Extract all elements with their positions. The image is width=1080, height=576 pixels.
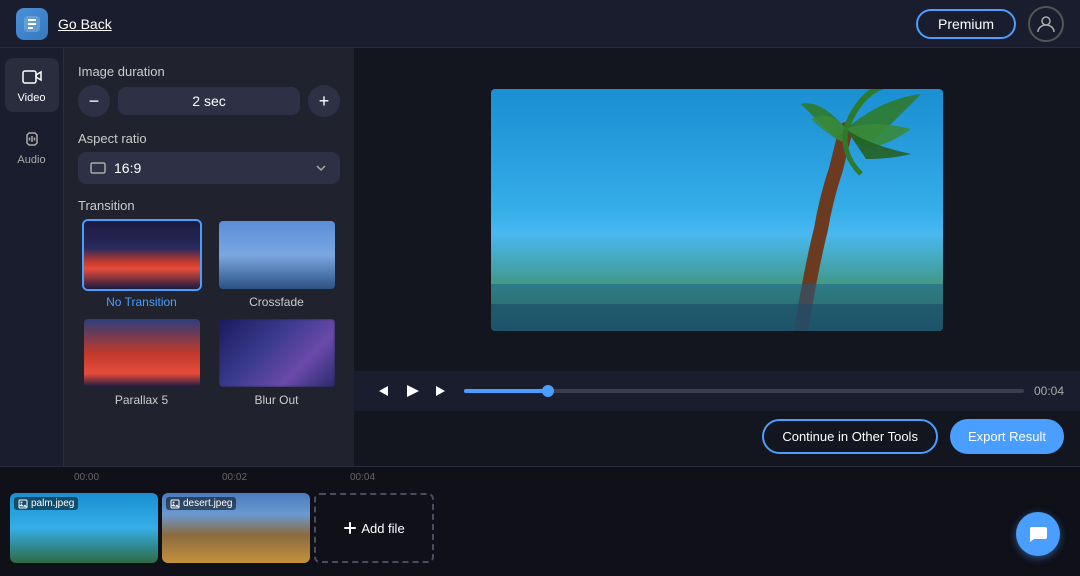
sidebar-audio-label: Audio (17, 154, 45, 166)
image-duration-label: Image duration (78, 64, 340, 79)
topbar-left: Go Back (16, 8, 112, 40)
transition-label: Transition (78, 198, 340, 213)
image-duration-section: Image duration − + (78, 64, 340, 117)
progress-bar[interactable] (464, 389, 1024, 393)
clip-filename-desert: desert.jpeg (183, 498, 232, 509)
plus-icon (343, 521, 357, 535)
timeline-clip-desert[interactable]: desert.jpeg (162, 493, 310, 563)
transition-crossfade[interactable]: Crossfade (213, 219, 340, 309)
export-result-button[interactable]: Export Result (950, 419, 1064, 454)
topbar-right: Premium (916, 6, 1064, 42)
topbar: Go Back Premium (0, 0, 1080, 48)
chat-icon (1027, 523, 1049, 545)
clip-label-palm: palm.jpeg (14, 497, 78, 510)
aspect-ratio-dropdown[interactable]: 16:9 (78, 152, 340, 184)
duration-decrease-button[interactable]: − (78, 85, 110, 117)
playback-bar: 00:04 (354, 371, 1080, 411)
user-avatar[interactable] (1028, 6, 1064, 42)
sidebar-item-audio[interactable]: Audio (5, 120, 59, 174)
duration-input[interactable] (118, 87, 300, 115)
transition-label-crossfade: Crossfade (249, 295, 304, 309)
action-row: Continue in Other Tools Export Result (354, 411, 1080, 466)
time-display: 00:04 (1034, 384, 1064, 398)
transition-thumb-crossfade (217, 219, 337, 291)
add-file-button[interactable]: Add file (314, 493, 434, 563)
image-icon (18, 499, 28, 509)
clip-label-desert: desert.jpeg (166, 497, 236, 510)
aspect-ratio-section: Aspect ratio 16:9 (78, 131, 340, 184)
preview-area (354, 48, 1080, 371)
transition-label-no-transition: No Transition (106, 295, 177, 309)
transition-section: Transition No Transition Crossfade (78, 198, 340, 407)
app-logo (16, 8, 48, 40)
palm-tree-svg (491, 89, 943, 331)
transition-thumb-blur-out (217, 317, 337, 389)
sidebar-item-video[interactable]: Video (5, 58, 59, 112)
chevron-down-icon (314, 161, 328, 175)
play-controls (370, 379, 454, 403)
transition-label-blur-out: Blur Out (254, 393, 298, 407)
transition-no-transition[interactable]: No Transition (78, 219, 205, 309)
aspect-ratio-icon (90, 160, 106, 176)
main-layout: Video Audio Image duration − + Aspect ra… (0, 48, 1080, 466)
timeline-tracks: palm.jpeg desert.jpeg Add file (0, 487, 1080, 569)
sidebar-icons: Video Audio (0, 48, 64, 466)
sidebar-video-label: Video (18, 92, 46, 104)
ruler-mark-1: 00:02 (222, 472, 247, 483)
continue-other-tools-button[interactable]: Continue in Other Tools (762, 419, 938, 454)
support-chat-button[interactable] (1016, 512, 1060, 556)
ruler-mark-2: 00:04 (350, 472, 375, 483)
progress-dot (542, 385, 554, 397)
transition-grid: No Transition Crossfade Parallax 5 (78, 219, 340, 407)
timeline-clip-palm[interactable]: palm.jpeg (10, 493, 158, 563)
duration-control: − + (78, 85, 340, 117)
ruler-mark-0: 00:00 (74, 472, 99, 483)
timeline-area: 00:00 00:02 00:04 palm.jpeg desert.jpeg … (0, 466, 1080, 576)
transition-label-parallax5: Parallax 5 (115, 393, 168, 407)
clip-filename-palm: palm.jpeg (31, 498, 74, 509)
aspect-ratio-label: Aspect ratio (78, 131, 340, 146)
center-area: 00:04 Continue in Other Tools Export Res… (354, 48, 1080, 466)
transition-blur-out[interactable]: Blur Out (213, 317, 340, 407)
play-button[interactable] (400, 379, 424, 403)
image-icon-desert (170, 499, 180, 509)
timeline-ruler: 00:00 00:02 00:04 (0, 467, 1080, 487)
skip-back-button[interactable] (370, 379, 394, 403)
left-panel: Image duration − + Aspect ratio 16:9 (64, 48, 354, 466)
video-preview (491, 89, 943, 331)
skip-forward-button[interactable] (430, 379, 454, 403)
go-back-link[interactable]: Go Back (58, 16, 112, 32)
transition-parallax5[interactable]: Parallax 5 (78, 317, 205, 407)
transition-thumb-parallax5 (82, 317, 202, 389)
premium-button[interactable]: Premium (916, 9, 1016, 39)
add-file-label: Add file (361, 521, 404, 536)
progress-fill (464, 389, 548, 393)
palm-image (491, 89, 943, 331)
aspect-ratio-value: 16:9 (114, 160, 141, 176)
transition-thumb-no-transition (82, 219, 202, 291)
duration-increase-button[interactable]: + (308, 85, 340, 117)
